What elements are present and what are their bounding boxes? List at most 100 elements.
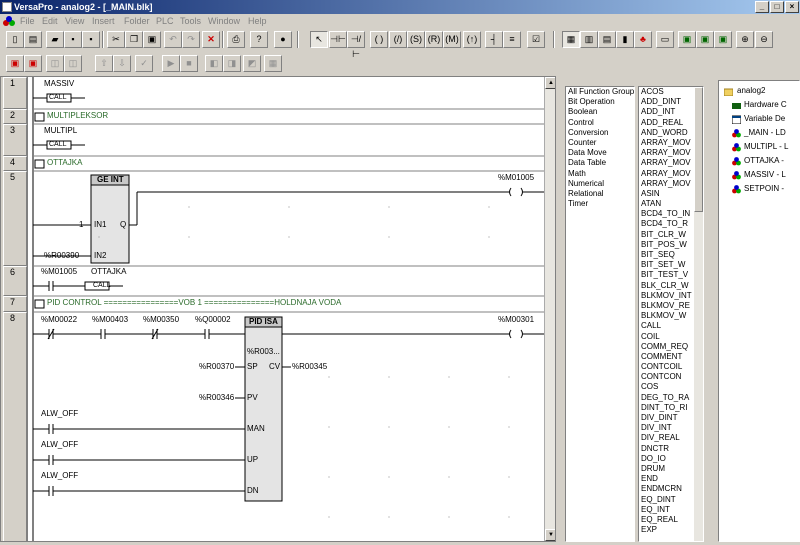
minimize-button[interactable]: _ [755,1,769,13]
list-item[interactable]: Counter [566,138,634,148]
tree-item[interactable]: _MAIN - LD [719,126,799,140]
close-button[interactable]: × [785,1,799,13]
fold-icon[interactable]: ▣ [678,31,696,48]
coil-negated-icon[interactable]: (/) [389,31,407,48]
offline-icon[interactable]: ▣ [24,55,42,72]
bars-icon[interactable]: ▮ [616,31,634,48]
cut-icon[interactable]: ✂ [107,31,125,48]
function-block-title[interactable]: GE INT [97,175,124,184]
unfold-icon[interactable]: ▣ [696,31,714,48]
coil-transition-icon[interactable]: (↑) [463,31,481,48]
select-icon[interactable]: ↖ [310,31,328,48]
tile-icon[interactable]: ▥ [580,31,598,48]
rung-number[interactable]: 7 [3,296,27,312]
tree-item[interactable]: OTTAJKA - [719,154,799,168]
run-icon[interactable]: ▶ [162,55,180,72]
list-item[interactable]: Boolean [566,107,634,117]
context-help-icon[interactable]: ? [250,31,268,48]
contact-nc-icon[interactable]: ⊣/⊢ [347,31,365,59]
tree-item[interactable]: MASSIV - L [719,168,799,182]
properties-icon[interactable]: ☑ [527,31,545,48]
disconnect-icon[interactable]: ◫ [64,55,82,72]
vertical-link-icon[interactable]: ┤ [485,31,503,48]
upload-icon[interactable]: ⇧ [95,55,113,72]
rung-number[interactable]: 3 [3,124,27,156]
save-icon[interactable]: ▪ [64,31,82,48]
list-item[interactable]: Conversion [566,128,634,138]
zoom-out-icon[interactable]: ⊖ [755,31,773,48]
list-item[interactable]: Math [566,169,634,179]
menu-view[interactable]: View [65,16,84,26]
variables-icon[interactable]: ♣ [634,31,652,48]
save-all-icon[interactable]: ▪ [82,31,100,48]
paste-icon[interactable]: ▣ [143,31,161,48]
maximize-button[interactable]: □ [770,1,784,13]
undo-icon[interactable]: ↶ [164,31,182,48]
copy-icon[interactable]: ❐ [125,31,143,48]
new-icon[interactable]: ▯ [6,31,24,48]
info-icon[interactable]: ● [274,31,292,48]
list-item[interactable]: Relational [566,189,634,199]
rung-number[interactable]: 2 [3,109,27,124]
menu-tools[interactable]: Tools [180,16,201,26]
list-item[interactable]: Data Table [566,158,634,168]
contact-no-icon[interactable]: ⊣⊢ [329,31,347,48]
menu-help[interactable]: Help [248,16,267,26]
rung-number[interactable]: 1 [3,77,27,109]
open-icon[interactable]: ▰ [46,31,64,48]
zoom-in-icon[interactable]: ⊕ [736,31,754,48]
new-doc-icon[interactable]: ▤ [24,31,42,48]
call-element[interactable]: CALL [49,141,67,148]
editor-vertical-scrollbar[interactable]: ▲ ▼ [544,77,555,541]
tree-item[interactable]: MULTIPL - L [719,140,799,154]
rung-number[interactable]: 8 [3,312,27,541]
function-group-list[interactable]: All Function Groups Bit Operation Boolea… [565,86,635,542]
coil-set-icon[interactable]: (S) [407,31,425,48]
find-icon[interactable]: ▭ [656,31,674,48]
tree-item[interactable]: SETPOIN - [719,182,799,196]
document-icon[interactable] [3,16,15,27]
menu-edit[interactable]: Edit [42,16,58,26]
menu-file[interactable]: File [20,16,35,26]
list-item[interactable]: Control [566,118,634,128]
menu-plc[interactable]: PLC [156,16,174,26]
horizontal-link-icon[interactable]: ≡ [503,31,521,48]
print-icon[interactable]: ⎙ [227,31,245,48]
menu-insert[interactable]: Insert [92,16,115,26]
delete-icon[interactable]: ✕ [202,31,220,48]
connect-icon[interactable]: ◫ [46,55,64,72]
menu-window[interactable]: Window [208,16,240,26]
download-icon[interactable]: ⇩ [113,55,131,72]
redo-icon[interactable]: ↷ [182,31,200,48]
list-item[interactable]: All Function Groups [566,87,634,97]
expand-icon[interactable]: ▣ [714,31,732,48]
list-item[interactable]: Timer [566,199,634,209]
list-item[interactable]: Bit Operation [566,97,634,107]
monitor-icon[interactable]: ◧ [205,55,223,72]
rung-number[interactable]: 6 [3,266,27,296]
rung-comment[interactable]: OTTAJKA [47,158,82,167]
rung-comment[interactable]: PID CONTROL ================VOB 1 ======… [47,298,341,307]
tree-root[interactable]: analog2 [719,84,799,98]
function-block-title[interactable]: PID ISA [249,317,278,326]
verify-icon[interactable]: ✓ [135,55,153,72]
coil-reset-icon[interactable]: (R) [425,31,443,48]
scroll-down-arrow-icon[interactable]: ▼ [545,529,555,541]
rung-number[interactable]: 4 [3,156,27,171]
stop-icon[interactable]: ■ [180,55,198,72]
project-tree[interactable]: analog2 Hardware C Variable De _MAIN - L… [718,80,800,542]
toolchest-icon[interactable]: ▦ [562,31,580,48]
debug-icon[interactable]: ◩ [243,55,261,72]
scan-icon[interactable]: ▦ [264,55,282,72]
tree-item[interactable]: Hardware C [719,98,799,112]
mdi-icon[interactable]: ▤ [598,31,616,48]
rung-comment[interactable]: MULTIPLEKSOR [47,111,108,120]
coil-icon[interactable]: ( ) [370,31,388,48]
online-icon[interactable]: ▣ [6,55,24,72]
rung-number[interactable]: 5 [3,171,27,266]
scrollbar-thumb[interactable] [694,87,703,212]
tree-item[interactable]: Variable De [719,112,799,126]
list-item[interactable]: Numerical [566,179,634,189]
ladder-editor[interactable]: 1 2 3 4 5 6 7 8 MASSIV CALL MULTIPLEKSOR… [0,76,556,542]
function-list-scrollbar[interactable] [694,87,703,541]
